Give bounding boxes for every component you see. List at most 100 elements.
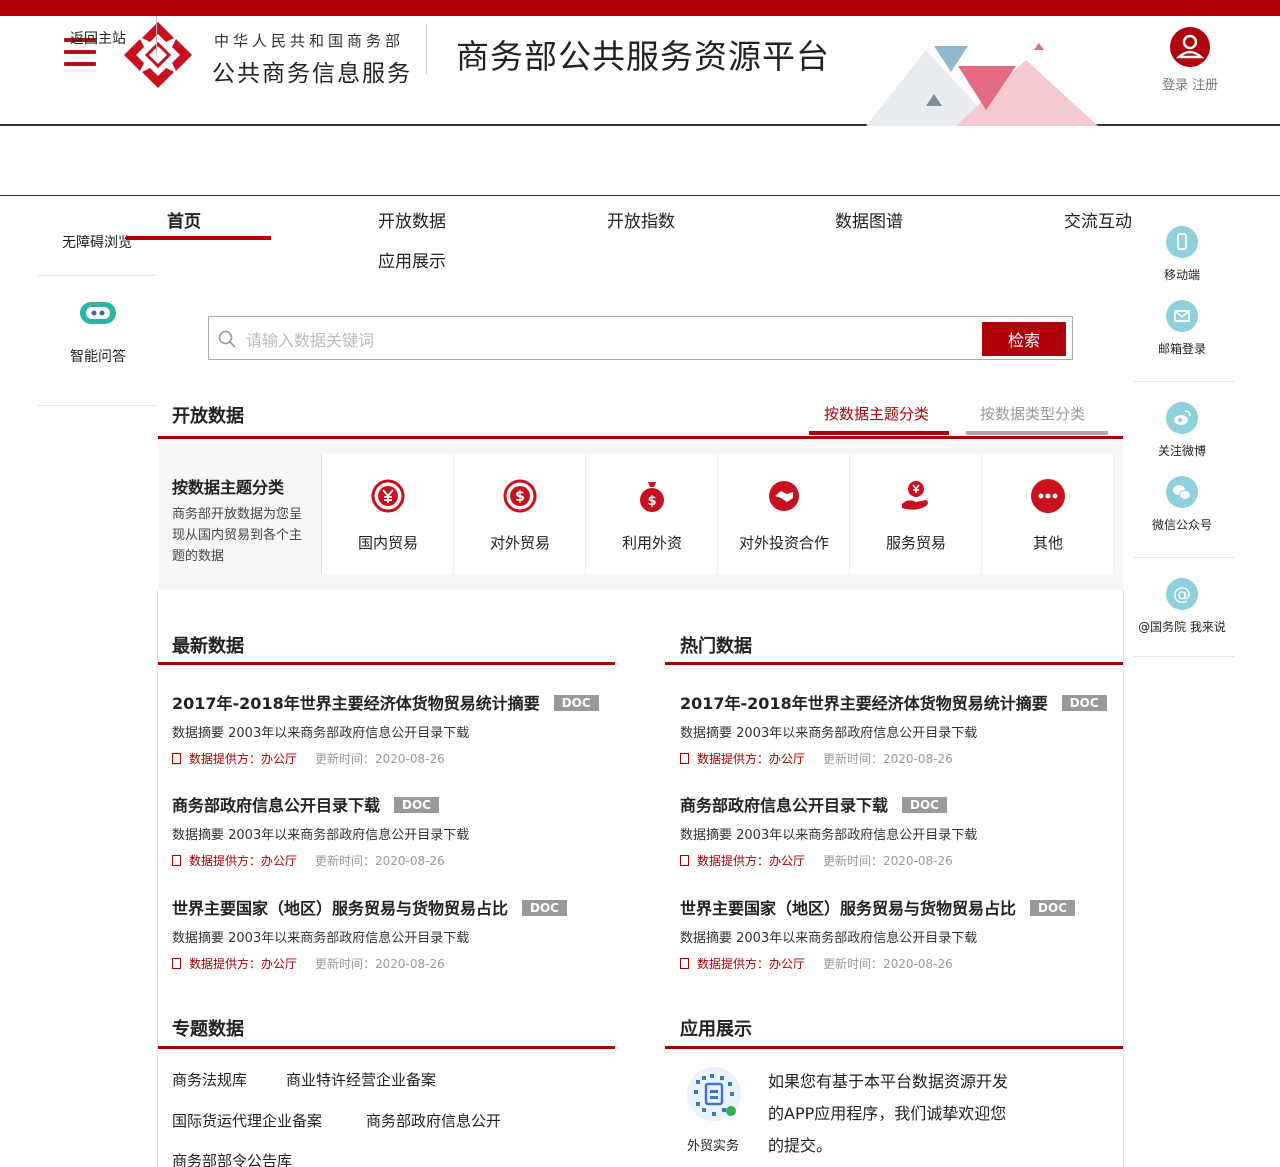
latest-item-meta: 数据提供方：办公厅 更新时间：2020-08-26	[172, 852, 445, 869]
content-border-right	[1123, 590, 1124, 1167]
app-show-rule	[665, 1046, 1123, 1049]
nav-open-index[interactable]: 开放指数	[607, 207, 675, 232]
doc-badge: DOC	[902, 797, 947, 813]
category-label: 对外投资合作	[738, 534, 829, 552]
tab-by-theme[interactable]: 按数据主题分类	[824, 403, 929, 424]
header-decoration	[866, 43, 1098, 126]
header-divider	[426, 24, 427, 74]
category-intro-title: 按数据主题分类	[172, 478, 285, 497]
handshake-icon	[769, 481, 799, 511]
doc-badge: DOC	[522, 900, 567, 916]
left-rail-separator	[38, 275, 156, 276]
doc-badge: DOC	[1061, 695, 1107, 711]
hot-item-title[interactable]: 商务部政府信息公开目录下载 DOC	[680, 792, 947, 816]
robot-icon[interactable]	[76, 298, 120, 328]
more-icon	[1031, 479, 1065, 513]
search-button[interactable]: 检索	[982, 322, 1066, 356]
nav-home[interactable]: 首页	[167, 207, 201, 232]
topic-data-title: 专题数据	[172, 1019, 244, 1040]
hot-item-meta: 数据提供方：办公厅 更新时间：2020-08-26	[680, 955, 953, 972]
category-foreign-investment[interactable]: $ 利用外资	[586, 454, 718, 574]
tab-by-type[interactable]: 按数据类型分类	[980, 403, 1085, 424]
qr-label: 外贸实务	[687, 1139, 740, 1154]
latest-item-title[interactable]: 世界主要国家（地区）服务贸易与货物贸易占比 DOC	[172, 895, 567, 919]
hot-item-meta: 数据提供方：办公厅 更新时间：2020-08-26	[680, 852, 953, 869]
category-domestic-trade[interactable]: 国内贸易	[322, 454, 454, 574]
rail-label: 邮箱登录	[1157, 342, 1206, 356]
money-bag-icon: $	[640, 482, 664, 512]
rail-mail-login[interactable]: 邮箱登录	[1134, 300, 1230, 357]
latest-item-desc: 数据摘要 2003年以来商务部政府信息公开目录下载	[172, 931, 470, 946]
latest-item-meta: 数据提供方：办公厅 更新时间：2020-08-26	[172, 955, 445, 972]
search-icon	[218, 330, 236, 348]
left-rail-separator	[38, 405, 156, 406]
user-login-icon[interactable]	[1170, 27, 1210, 67]
doc-badge: DOC	[1030, 900, 1075, 916]
file-icon	[680, 855, 689, 866]
mofcom-logo-icon	[124, 22, 192, 88]
latest-item-title[interactable]: 2017年-2018年世界主要经济体货物贸易统计摘要 DOC	[172, 690, 599, 714]
category-other[interactable]: 其他	[982, 454, 1114, 574]
category-label: 利用外资	[621, 534, 682, 552]
hot-item-meta: 数据提供方：办公厅 更新时间：2020-08-26	[680, 750, 953, 767]
topic-link[interactable]: 商务部政府信息公开	[366, 1110, 501, 1131]
rail-separator	[1134, 656, 1234, 657]
nav-app-show[interactable]: 应用展示	[378, 247, 446, 272]
topic-link[interactable]: 商务法规库	[172, 1069, 247, 1090]
category-label: 国内贸易	[357, 534, 418, 552]
nav-active-underline	[126, 236, 271, 240]
hot-item-title[interactable]: 世界主要国家（地区）服务贸易与货物贸易占比 DOC	[680, 895, 1075, 919]
hot-data-title: 热门数据	[680, 636, 752, 657]
nav-open-data[interactable]: 开放数据	[378, 207, 446, 232]
hand-yen-icon	[902, 481, 928, 510]
category-foreign-trade[interactable]: $ 对外贸易	[454, 454, 586, 574]
hot-data-rule	[665, 662, 1123, 665]
subbar-divider	[156, 16, 157, 54]
category-outward-investment[interactable]: 对外投资合作	[718, 454, 850, 574]
rail-mobile[interactable]: 移动端	[1134, 226, 1230, 283]
back-to-main-link[interactable]: 返回主站	[70, 28, 126, 48]
tab-active-underline	[809, 431, 949, 435]
org-name-top: 中华人民共和国商务部	[214, 32, 405, 50]
latest-item-title[interactable]: 商务部政府信息公开目录下载 DOC	[172, 792, 439, 816]
file-icon	[172, 855, 181, 866]
accessibility-link[interactable]: 无障碍浏览	[62, 232, 132, 252]
nav-interaction[interactable]: 交流互动	[1064, 207, 1132, 232]
doc-badge: DOC	[553, 695, 599, 711]
topic-link[interactable]: 商业特许经营企业备案	[286, 1069, 436, 1090]
rail-label: 微信公众号	[1151, 518, 1212, 532]
open-data-title: 开放数据	[172, 406, 244, 427]
file-icon	[172, 753, 181, 764]
app-submit-text: 如果您有基于本平台数据资源开发的APP应用程序，我们诚挚欢迎您的提交。	[768, 1072, 1009, 1155]
smart-qa-link[interactable]: 智能问答	[70, 346, 126, 366]
hot-item-desc: 数据摘要 2003年以来商务部政府信息公开目录下载	[680, 931, 978, 946]
yen-circle-icon	[371, 479, 405, 513]
weibo-icon	[1166, 402, 1198, 434]
category-service-trade[interactable]: 服务贸易	[850, 454, 982, 574]
hot-item-title[interactable]: 2017年-2018年世界主要经济体货物贸易统计摘要 DOC	[680, 690, 1107, 714]
file-icon	[680, 958, 689, 969]
qr-code-icon[interactable]	[686, 1066, 742, 1122]
dollar-circle-icon: $	[503, 479, 537, 513]
category-label: 对外贸易	[489, 534, 550, 552]
wechat-icon	[1166, 476, 1198, 508]
topic-link[interactable]: 国际货运代理企业备案	[172, 1110, 322, 1131]
login-register-link[interactable]: 登录 注册	[1162, 74, 1218, 93]
file-icon	[680, 753, 689, 764]
topic-link[interactable]: 商务部部令公告库	[172, 1150, 292, 1167]
rail-label: 关注微博	[1157, 444, 1206, 458]
rail-state-council[interactable]: @ @国务院 我来说	[1134, 578, 1230, 635]
category-label: 其他	[1032, 534, 1063, 552]
app-show-title: 应用展示	[680, 1019, 752, 1040]
platform-title: 商务部公共服务资源平台	[456, 37, 830, 76]
category-intro-desc: 商务部开放数据为您呈现从国内贸易到各个主题的数据	[172, 507, 303, 564]
rail-separator	[1134, 557, 1234, 558]
search-input[interactable]	[246, 326, 966, 354]
doc-badge: DOC	[394, 797, 439, 813]
rail-wechat[interactable]: 微信公众号	[1134, 476, 1230, 533]
nav-data-graph[interactable]: 数据图谱	[835, 207, 903, 232]
rail-weibo[interactable]: 关注微博	[1134, 402, 1230, 459]
top-accent-bar	[0, 0, 1280, 16]
latest-data-title: 最新数据	[172, 636, 244, 657]
svg-text:$: $	[515, 489, 525, 505]
